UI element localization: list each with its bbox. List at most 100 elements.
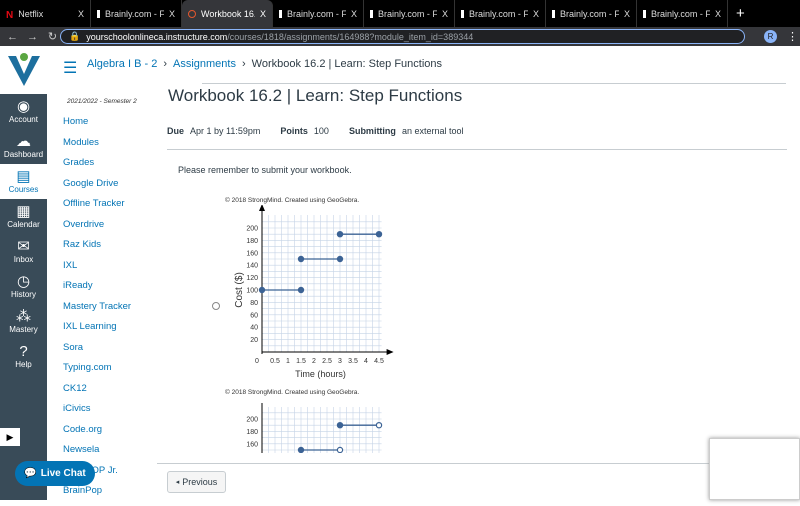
close-tab-icon[interactable]: X (533, 9, 539, 19)
course-nav-item[interactable]: Google Drive (63, 178, 158, 199)
submitting-value: an external tool (401, 126, 464, 136)
global-nav-dashboard[interactable]: ☁ Dashboard (0, 129, 47, 164)
canvas-logo[interactable] (0, 46, 47, 94)
course-nav-item[interactable]: Sora (63, 342, 158, 363)
y-tick-label: 180 (246, 429, 258, 436)
browser-tab[interactable]: Workbook 16.2 | L X (182, 0, 273, 27)
history-icon: ◷ (16, 273, 31, 290)
tab-title: Brainly.com - For (469, 8, 528, 19)
close-tab-icon[interactable]: X (169, 9, 175, 19)
course-nav-item[interactable]: iCivics (63, 403, 158, 424)
global-nav-history[interactable]: ◷ History (0, 269, 47, 304)
course-nav-item[interactable]: Code.org (63, 424, 158, 445)
x-tick-label: 3.5 (348, 358, 358, 365)
live-chat-button[interactable]: 💬 Live Chat (15, 461, 95, 486)
close-tab-icon[interactable]: X (78, 9, 84, 19)
global-nav-calendar[interactable]: ▦ Calendar (0, 199, 47, 234)
course-nav-item[interactable]: BrainPop (63, 485, 158, 506)
global-nav-help[interactable]: ? Help (0, 339, 47, 374)
assignment-message: Please remember to submit your workbook. (178, 165, 352, 175)
course-nav-item[interactable]: Mastery Tracker (63, 301, 158, 322)
back-icon[interactable]: ← (5, 31, 20, 43)
course-nav-item[interactable]: iReady (63, 280, 158, 301)
course-nav-item[interactable]: CK12 (63, 383, 158, 404)
course-nav-item[interactable]: Typing.com (63, 362, 158, 383)
closed-point (297, 255, 305, 263)
course-nav-item[interactable]: Home (63, 116, 158, 137)
open-point (375, 422, 383, 429)
y-axis-label: Cost ($) (234, 272, 245, 308)
profile-avatar[interactable]: R (764, 30, 777, 43)
course-nav-item[interactable]: Grades (63, 157, 158, 178)
course-nav-item[interactable]: IXL Learning (63, 321, 158, 342)
play-button[interactable]: ▶ (0, 428, 20, 446)
course-nav-item[interactable]: Raz Kids (63, 239, 158, 260)
hamburger-menu-icon[interactable]: ☰ (63, 58, 77, 78)
url-domain: yourschoolonlineca.instructure.com (86, 31, 228, 42)
global-nav-courses[interactable]: ▤ Courses (0, 164, 47, 199)
canvas-favicon-icon (188, 9, 196, 18)
breadcrumb-course[interactable]: Algebra I B - 2 (87, 58, 157, 70)
browser-tab[interactable]: Brainly.com - For X (455, 0, 546, 27)
browser-tab[interactable]: N Netflix X (0, 0, 91, 27)
previous-button[interactable]: ◂ Previous (167, 471, 226, 493)
points-label: Points (280, 126, 308, 136)
y-tick-label: 160 (246, 250, 258, 257)
answer-radio[interactable] (212, 302, 220, 310)
reload-icon[interactable]: ↻ (45, 30, 60, 43)
x-tick-label: 4 (364, 358, 368, 365)
closed-point (375, 231, 383, 238)
browser-tab-strip: NNetflixXBrainly.com - ForXWorkbook 16.2… (0, 0, 800, 27)
open-point (336, 446, 344, 453)
netflix-icon: N (6, 9, 14, 21)
help-icon: ? (19, 343, 28, 360)
tab-title: Brainly.com - For (105, 8, 164, 19)
course-nav-item[interactable]: Modules (63, 137, 158, 158)
browser-tab[interactable]: Brainly.com - For X (546, 0, 637, 27)
browser-tab[interactable]: Brainly.com - For X (364, 0, 455, 27)
global-nav-label: History (11, 290, 36, 299)
close-tab-icon[interactable]: X (624, 9, 630, 19)
due-value: Apr 1 by 11:59pm (190, 126, 261, 136)
assignment-details: Due Apr 1 by 11:59pm Points 100 Submitting… (167, 126, 787, 141)
previous-label: Previous (182, 477, 218, 487)
browser-tab[interactable]: Brainly.com - For X (637, 0, 728, 27)
course-nav: 2021/2022 - Semester 2 Home Modules Grades… (63, 98, 158, 506)
forward-icon[interactable]: → (25, 31, 40, 43)
browser-tab[interactable]: Brainly.com - For X (273, 0, 364, 27)
url-path: /courses/1818/assignments/164988?module_… (227, 31, 474, 42)
close-tab-icon[interactable]: X (442, 9, 448, 19)
term-label: 2021/2022 - Semester 2 (67, 98, 137, 105)
y-tick-label: 100 (246, 288, 258, 295)
tab-title: Brainly.com - For (651, 8, 710, 19)
course-nav-item[interactable]: IXL (63, 260, 158, 281)
lock-icon: 🔒 (69, 31, 81, 41)
global-nav-label: Mastery (9, 325, 38, 334)
tab-title: Brainly.com - For (287, 8, 346, 19)
breadcrumb-current: Workbook 16.2 | Learn: Step Functions (251, 58, 443, 70)
browser-tab[interactable]: Brainly.com - For X (91, 0, 182, 27)
closed-point (336, 422, 344, 429)
breadcrumb-assignments[interactable]: Assignments (173, 58, 236, 70)
brainly-favicon-icon (97, 9, 100, 18)
close-tab-icon[interactable]: X (260, 9, 266, 19)
course-nav-item[interactable]: Offline Tracker (63, 198, 158, 219)
tab-title: Brainly.com - For (378, 8, 437, 19)
global-nav-mastery[interactable]: ⁂ Mastery (0, 304, 47, 339)
url-input[interactable]: 🔒 yourschoolonlineca.instructure.com/cour… (60, 29, 745, 44)
x-tick-label: 4.5 (374, 358, 384, 365)
graph-credit: © 2018 StrongMind. Created using GeoGebr… (225, 197, 360, 204)
course-nav-item[interactable]: Overdrive (63, 219, 158, 240)
global-nav-account[interactable]: ◉ Account (0, 94, 47, 129)
chat-icon: 💬 (24, 468, 37, 479)
close-tab-icon[interactable]: X (351, 9, 357, 19)
global-nav-inbox[interactable]: ✉ Inbox (0, 234, 47, 269)
dashboard-icon: ☁ (16, 133, 31, 150)
courses-icon: ▤ (16, 168, 31, 185)
new-tab-button[interactable]: + (736, 5, 745, 22)
breadcrumb: Algebra I B - 2 › Assignments › Workbook 1… (87, 58, 442, 70)
y-tick-label: 140 (246, 263, 258, 270)
screen-thumbnail[interactable] (709, 438, 800, 500)
menu-icon[interactable]: ⋮ (787, 30, 798, 43)
close-tab-icon[interactable]: X (715, 9, 721, 19)
